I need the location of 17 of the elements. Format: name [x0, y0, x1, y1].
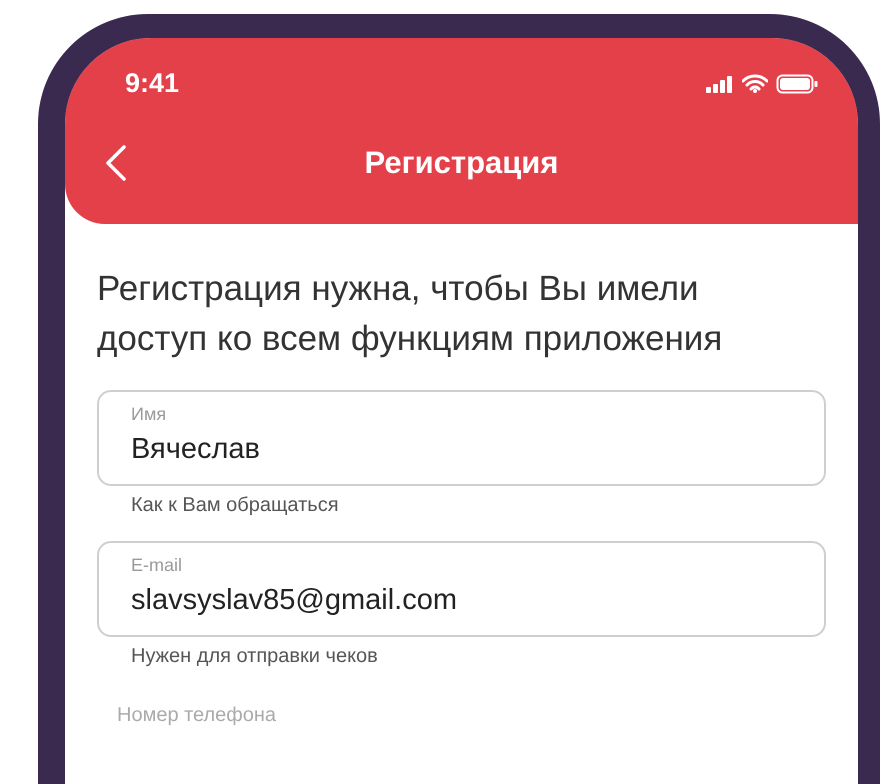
text-field[interactable]: Имя Вячеслав	[97, 390, 826, 486]
text-field[interactable]: E-mail slavsyslav85@gmail.com	[97, 541, 826, 637]
field-value: Вячеслав	[131, 433, 261, 466]
back-button[interactable]	[105, 145, 127, 181]
field-label: E-mail	[131, 555, 184, 576]
status-time: 9:41	[125, 68, 180, 99]
helper-text: Как к Вам обращаться	[131, 494, 340, 517]
phone-field[interactable]: Номер телефона	[97, 704, 517, 727]
screen-title: Регистрация	[364, 145, 558, 181]
wifi-icon	[742, 74, 768, 93]
signal-icon	[706, 74, 734, 92]
helper-text: Нужен для отправки чеков	[131, 645, 379, 668]
back-chevron-icon	[105, 145, 127, 181]
field-label: Имя	[131, 404, 168, 425]
intro-text: Регистрация нужна, чтобы Вы имели доступ ко всем функциям приложения	[97, 268, 724, 360]
field-value: slavsyslav85@gmail.com	[131, 584, 458, 617]
battery-icon	[776, 74, 818, 94]
